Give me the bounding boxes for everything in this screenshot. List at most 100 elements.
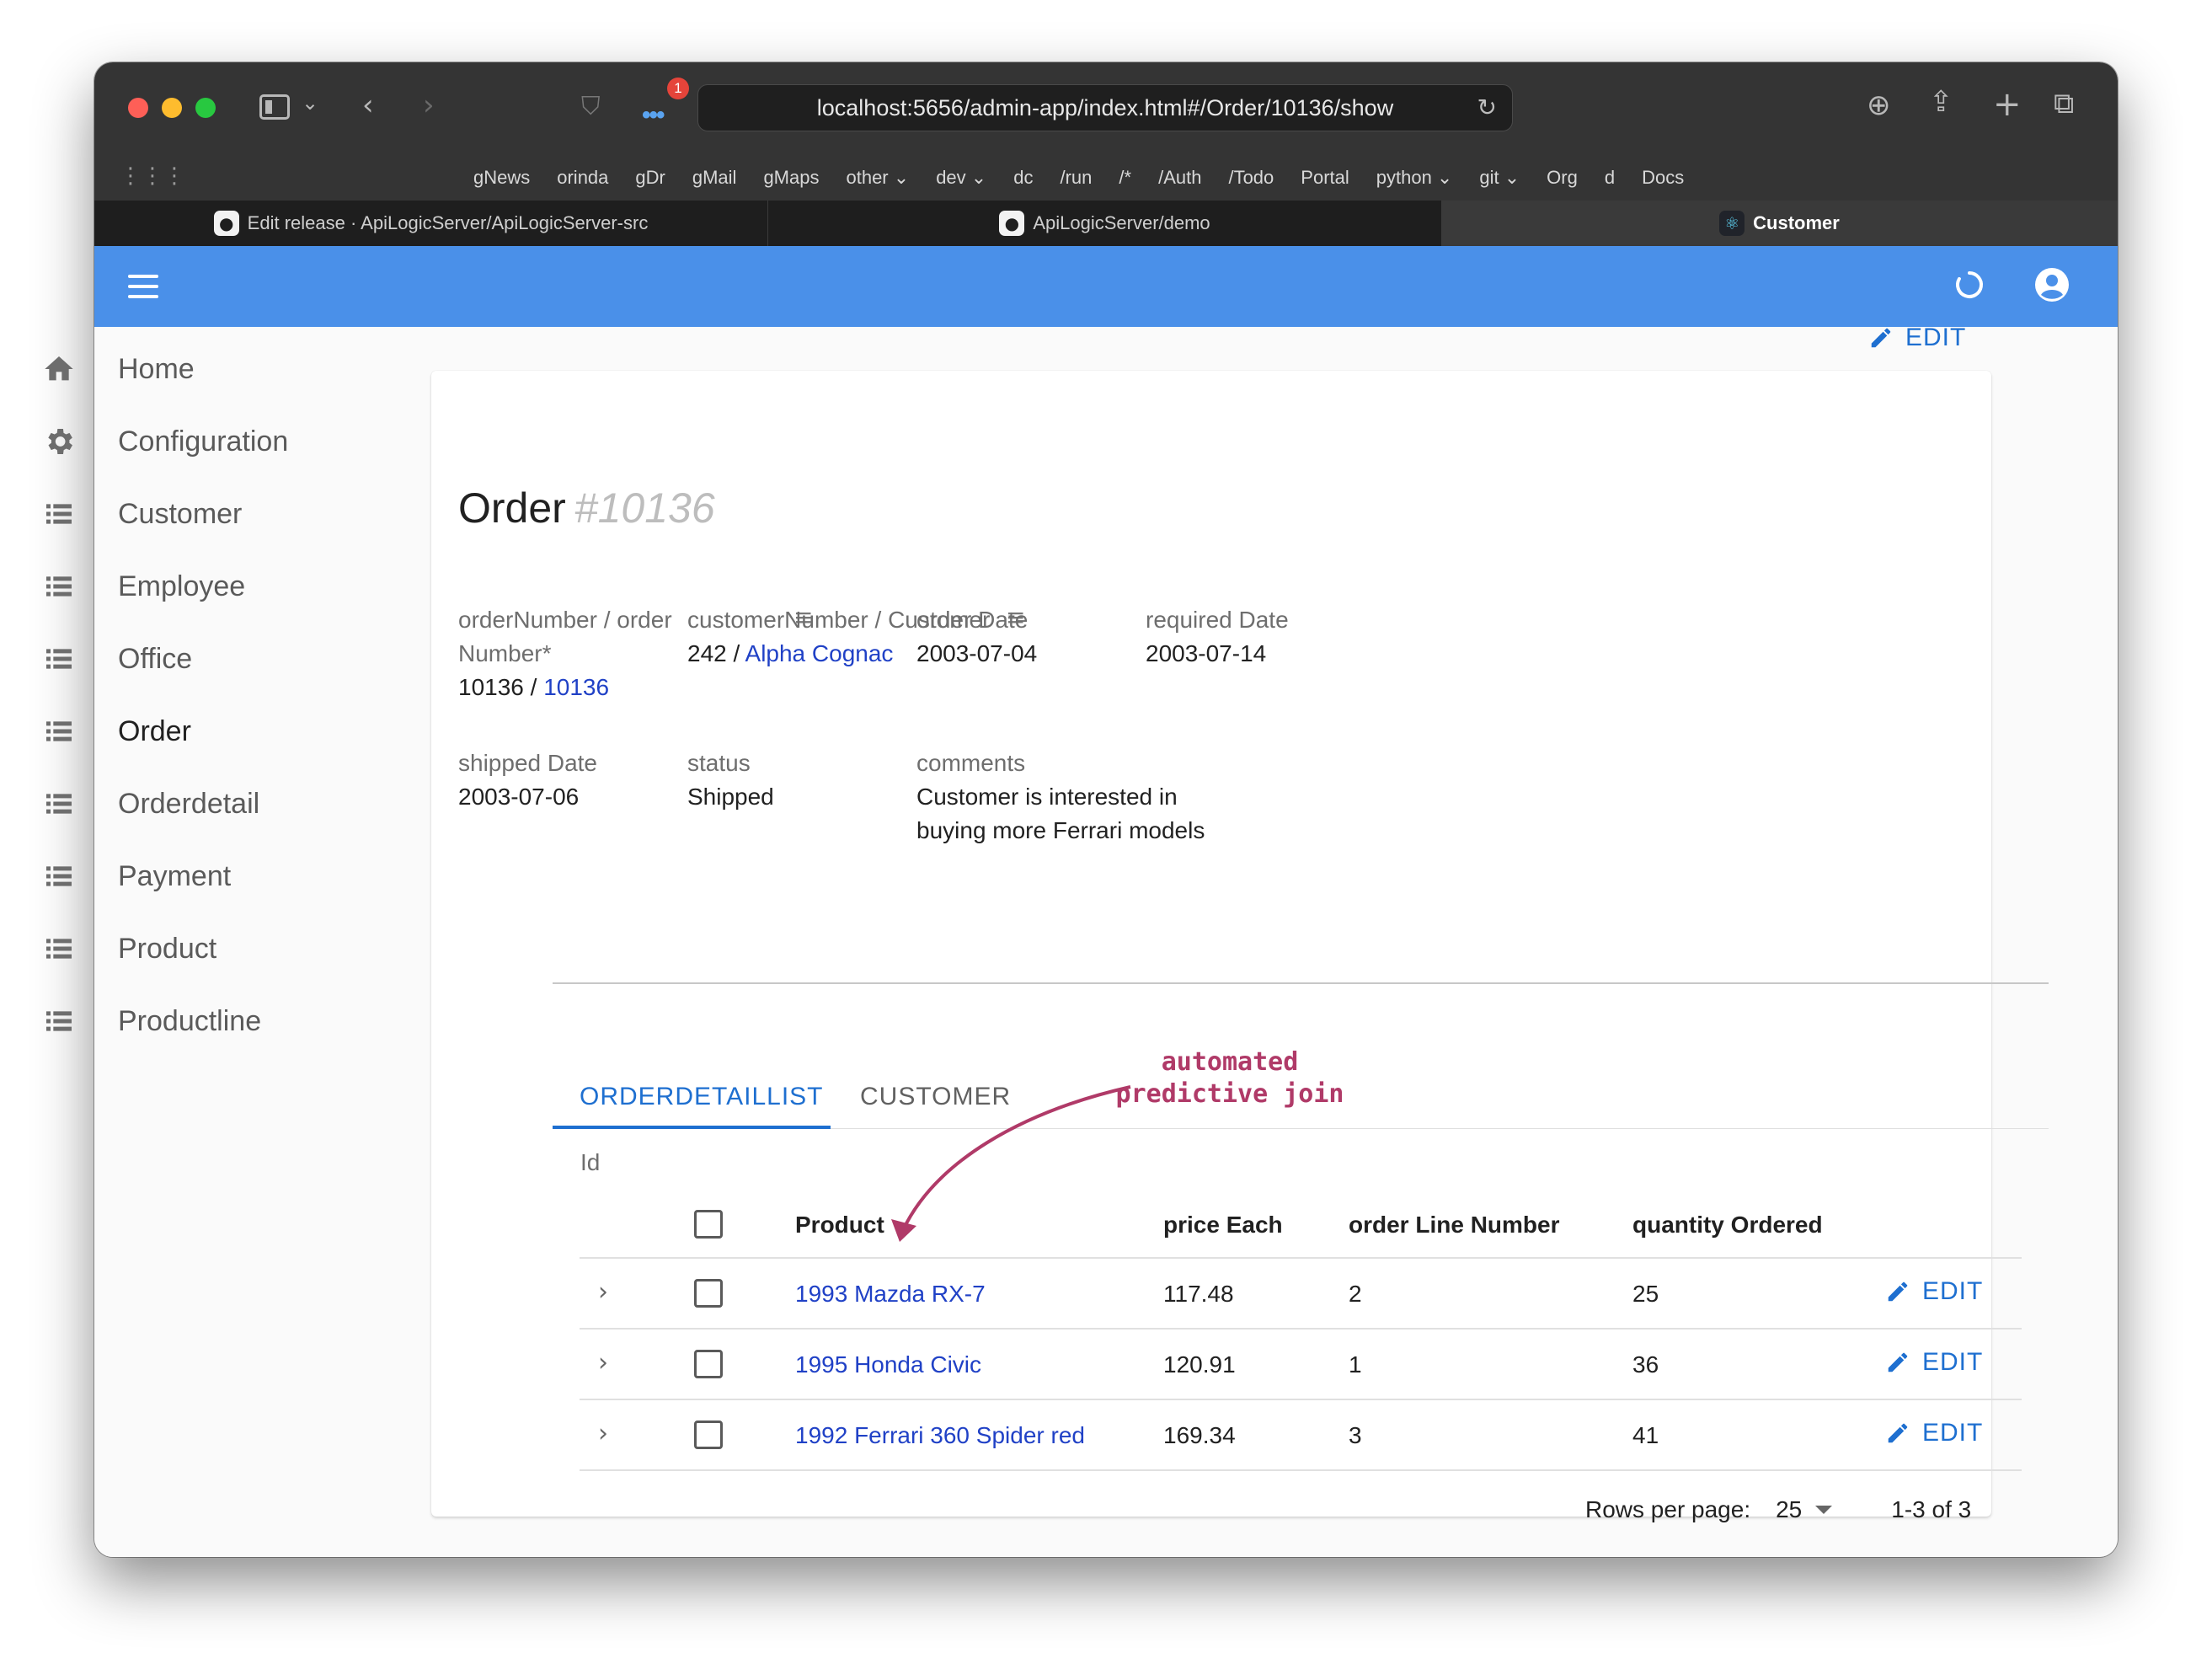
expand-chevron-icon[interactable]: › bbox=[598, 1277, 608, 1307]
expand-chevron-icon[interactable]: › bbox=[598, 1419, 608, 1448]
rows-per-page-label: Rows per page: bbox=[1585, 1496, 1751, 1522]
row-edit-button[interactable]: EDIT bbox=[1885, 1419, 1983, 1447]
sidebar-item-order[interactable]: Order bbox=[40, 706, 445, 757]
quantity-ordered-cell: 41 bbox=[1632, 1422, 1659, 1448]
chevron-down-icon[interactable]: ⌄ bbox=[302, 93, 318, 113]
extensions-icon[interactable]: ••• bbox=[642, 101, 665, 130]
column-header-order-line-number[interactable]: order Line Number bbox=[1349, 1212, 1559, 1239]
column-header-price-each[interactable]: price Each bbox=[1163, 1212, 1283, 1239]
sidebar-item-payment[interactable]: Payment bbox=[40, 851, 445, 902]
address-bar[interactable]: localhost:5656/admin-app/index.html#/Ord… bbox=[697, 84, 1513, 131]
column-header-product[interactable]: Product bbox=[795, 1212, 884, 1239]
browser-tab-customer[interactable]: ⚛ Customer bbox=[1442, 201, 2118, 246]
row-checkbox[interactable] bbox=[694, 1421, 723, 1449]
select-all-checkbox[interactable] bbox=[694, 1210, 723, 1239]
sidebar-item-office[interactable]: Office bbox=[40, 634, 445, 684]
sidebar-item-label: Order bbox=[118, 714, 191, 747]
back-icon[interactable]: ‹ bbox=[362, 91, 374, 120]
sidebar-item-home[interactable]: Home bbox=[40, 344, 445, 394]
annotation-line-1: automated bbox=[1161, 1047, 1299, 1077]
row-checkbox[interactable] bbox=[694, 1279, 723, 1308]
sidebar-item-orderdetail[interactable]: Orderdetail bbox=[40, 778, 445, 829]
browser-tab-title: Customer bbox=[1753, 212, 1840, 233]
browser-tab-demo[interactable]: ● ApiLogicServer/demo bbox=[768, 201, 1442, 246]
browser-tab-strip: ● Edit release · ApiLogicServer/ApiLogic… bbox=[94, 201, 2118, 246]
bookmark-item[interactable]: gDr bbox=[635, 167, 665, 189]
zoom-window-button[interactable] bbox=[195, 98, 216, 118]
forward-icon[interactable]: › bbox=[423, 91, 435, 120]
menu-icon[interactable] bbox=[128, 271, 158, 302]
bookmark-item[interactable]: gNews bbox=[473, 167, 530, 189]
order-line-number-cell: 1 bbox=[1349, 1351, 1362, 1378]
bookmark-item[interactable]: /run bbox=[1060, 167, 1092, 189]
bookmark-item[interactable]: dc bbox=[1013, 167, 1033, 189]
table-row[interactable]: › 1992 Ferrari 360 Spider red 169.34 3 41 EDI… bbox=[580, 1400, 2022, 1471]
bookmark-item[interactable]: gMaps bbox=[763, 167, 819, 189]
pencil-icon bbox=[1885, 1279, 1910, 1304]
sidebar-item-customer[interactable]: Customer bbox=[40, 489, 445, 539]
minimize-window-button[interactable] bbox=[162, 98, 182, 118]
bookmark-item[interactable]: dev ⌄ bbox=[936, 167, 986, 189]
sidebar-toggle-icon[interactable] bbox=[259, 94, 290, 120]
new-tab-icon[interactable]: + bbox=[1993, 88, 2022, 121]
apps-grid-icon[interactable]: ⋮⋮⋮ bbox=[120, 163, 185, 189]
bookmark-item[interactable]: Portal bbox=[1301, 167, 1349, 189]
id-filter-label: Id bbox=[580, 1149, 601, 1175]
table-header-row: Product price Each order Line Number qua… bbox=[580, 1185, 2022, 1259]
order-line-number-cell: 3 bbox=[1349, 1422, 1362, 1448]
list-icon bbox=[40, 495, 77, 532]
list-icon bbox=[40, 568, 77, 605]
sidebar-item-label: Configuration bbox=[118, 425, 289, 457]
price-each-cell: 169.34 bbox=[1163, 1422, 1236, 1448]
tab-customer[interactable]: CUSTOMER bbox=[860, 1072, 1011, 1129]
pagination-range: 1-3 of 3 bbox=[1891, 1496, 1972, 1522]
rows-per-page-select[interactable]: 25 bbox=[1776, 1496, 1833, 1523]
order-line-number-cell: 2 bbox=[1349, 1281, 1362, 1307]
sidebar-item-employee[interactable]: Employee bbox=[40, 561, 445, 612]
expand-chevron-icon[interactable]: › bbox=[598, 1348, 608, 1378]
tab-overview-icon[interactable]: ⧉ bbox=[2054, 89, 2074, 118]
bookmark-item[interactable]: python ⌄ bbox=[1376, 167, 1453, 189]
pencil-icon bbox=[1885, 1350, 1910, 1375]
column-header-quantity-ordered[interactable]: quantity Ordered bbox=[1632, 1212, 1823, 1239]
downloads-icon[interactable]: ⊕ bbox=[1867, 91, 1891, 120]
row-checkbox[interactable] bbox=[694, 1350, 723, 1378]
bookmark-item[interactable]: orinda bbox=[557, 167, 608, 189]
row-edit-button[interactable]: EDIT bbox=[1885, 1348, 1983, 1377]
active-tab-indicator bbox=[553, 1126, 831, 1129]
table-row[interactable]: › 1995 Honda Civic 120.91 1 36 EDIT bbox=[580, 1330, 2022, 1400]
bookmark-item[interactable]: gMail bbox=[692, 167, 737, 189]
quantity-ordered-cell: 36 bbox=[1632, 1351, 1659, 1378]
share-icon[interactable]: ⇪ bbox=[1929, 88, 1953, 116]
bookmark-item[interactable]: Org bbox=[1547, 167, 1578, 189]
browser-toolbar: ⌄ ‹ › ⛉ ••• 1 localhost:5656/admin-app/i… bbox=[94, 62, 2118, 155]
shield-icon[interactable]: ⛉ bbox=[581, 94, 601, 120]
product-link[interactable]: 1992 Ferrari 360 Spider red bbox=[795, 1422, 1085, 1449]
row-edit-button[interactable]: EDIT bbox=[1885, 1277, 1983, 1306]
bookmark-item[interactable]: /* bbox=[1119, 167, 1131, 189]
sidebar-item-product[interactable]: Product bbox=[40, 923, 445, 974]
close-window-button[interactable] bbox=[128, 98, 148, 118]
bookmark-item[interactable]: other ⌄ bbox=[846, 167, 909, 189]
pagination: Rows per page: 25 1-3 of 3 bbox=[1585, 1496, 1971, 1523]
table-row[interactable]: › 1993 Mazda RX-7 117.48 2 25 EDIT bbox=[580, 1259, 2022, 1330]
tab-orderdetaillist[interactable]: ORDERDETAILLIST bbox=[580, 1072, 824, 1129]
bookmark-item[interactable]: /Todo bbox=[1228, 167, 1274, 189]
bookmark-item[interactable]: Docs bbox=[1642, 167, 1684, 189]
sidebar-item-productline[interactable]: Productline bbox=[40, 996, 445, 1046]
reload-icon[interactable]: ↻ bbox=[1477, 85, 1497, 131]
annotation-line-2: predictive join bbox=[1115, 1079, 1344, 1109]
account-icon[interactable] bbox=[2032, 265, 2072, 305]
bookmark-item[interactable]: /Auth bbox=[1158, 167, 1201, 189]
browser-tab-title: Edit release · ApiLogicServer/ApiLogicSe… bbox=[247, 212, 649, 233]
refresh-icon[interactable] bbox=[1951, 266, 1988, 303]
sidebar-item-configuration[interactable]: Configuration bbox=[40, 416, 445, 467]
bookmark-item[interactable]: d bbox=[1605, 167, 1615, 189]
edit-button[interactable]: EDIT bbox=[1868, 324, 1966, 352]
product-link[interactable]: 1995 Honda Civic bbox=[795, 1351, 981, 1378]
browser-tab-title: ApiLogicServer/demo bbox=[1033, 212, 1210, 233]
product-link[interactable]: 1993 Mazda RX-7 bbox=[795, 1281, 986, 1308]
list-icon bbox=[40, 713, 77, 750]
browser-tab-edit-release[interactable]: ● Edit release · ApiLogicServer/ApiLogic… bbox=[94, 201, 768, 246]
bookmark-item[interactable]: git ⌄ bbox=[1479, 167, 1520, 189]
